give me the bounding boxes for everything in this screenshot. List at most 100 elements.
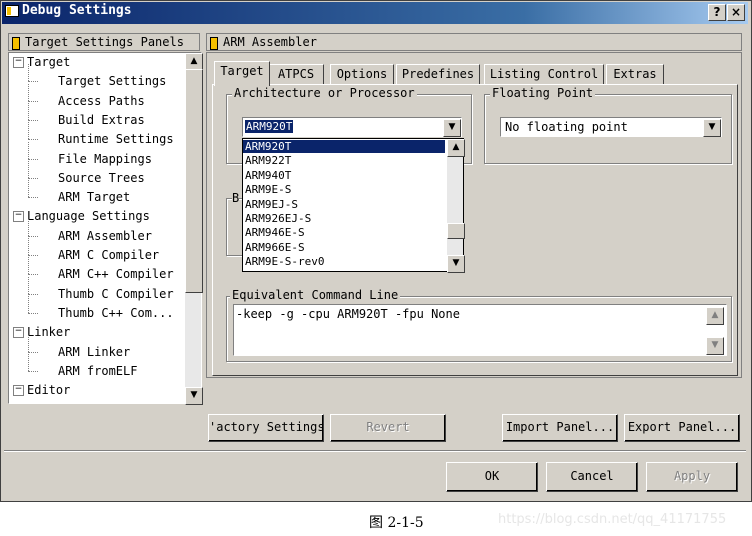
tree-line [28, 122, 29, 140]
tree-item[interactable]: Thumb C++ Com... [58, 306, 174, 320]
scroll-down-icon[interactable]: ▼ [185, 387, 203, 405]
tree-item[interactable]: ARM Linker [58, 345, 130, 359]
arch-option[interactable]: ARM946E-S [243, 226, 445, 239]
tree-collapse-icon[interactable]: − [13, 327, 24, 339]
chevron-down-icon[interactable]: ▼ [443, 119, 461, 137]
tree-line [28, 177, 38, 179]
arch-option[interactable]: ARM926EJ-S [243, 212, 445, 225]
tree-line [28, 274, 38, 276]
tab-atpcs[interactable]: ATPCS [268, 64, 324, 85]
tab-extras[interactable]: Extras [606, 64, 664, 85]
tree-line [28, 81, 38, 83]
tree-collapse-icon[interactable]: − [13, 57, 24, 68]
arch-option[interactable]: ARM9EJ-S [243, 198, 445, 211]
scroll-down-icon[interactable]: ▼ [447, 255, 465, 273]
panels-header: Target Settings Panels [8, 33, 200, 51]
tab-predefines[interactable]: Predefines [396, 64, 480, 85]
tree-line [28, 158, 38, 160]
arch-option[interactable]: ARM940T [243, 169, 445, 182]
factory-settings-button[interactable]: 'actory Settings [208, 414, 324, 442]
tree-line [28, 100, 38, 102]
tree-line [28, 257, 29, 275]
tree-item[interactable]: Editor [27, 383, 70, 397]
tree-line [28, 197, 38, 199]
tree-line [28, 235, 38, 237]
scroll-thumb[interactable] [185, 69, 203, 293]
arch-select[interactable]: ARM920T ▼ [242, 117, 462, 137]
tree-line [28, 351, 38, 353]
tree-line [28, 218, 29, 236]
scroll-thumb[interactable] [447, 223, 465, 239]
panel-header: ARM Assembler [206, 33, 742, 51]
divider [4, 450, 746, 452]
arch-group-label: Architecture or Processor [232, 86, 417, 100]
scroll-up-icon[interactable]: ▲ [447, 139, 465, 157]
revert-button[interactable]: Revert [330, 414, 446, 442]
tree-line [28, 141, 29, 159]
ok-button[interactable]: OK [446, 462, 538, 492]
float-group-label: Floating Point [490, 86, 596, 100]
tree-item[interactable]: Access Paths [58, 94, 145, 108]
tree-item[interactable]: Language Settings [27, 209, 150, 223]
figure-caption: 图 2-1-5 [369, 515, 424, 531]
arch-dropdown-list[interactable]: ARM920T ARM922T ARM940T ARM9E-S ARM9EJ-S ARM9… [242, 138, 465, 273]
tree-item[interactable]: Target [27, 55, 70, 69]
tree-line [28, 293, 38, 295]
tree-item[interactable]: Runtime Settings [58, 132, 174, 146]
tree-item[interactable]: Source Trees [58, 171, 145, 185]
byte-order-group-label: B [232, 191, 240, 205]
cmd-textarea[interactable]: -keep -g -cpu ARM920T -fpu None ▲ ▼ [233, 304, 727, 356]
export-panel-button[interactable]: Export Panel... [624, 414, 740, 442]
chevron-down-icon[interactable]: ▼ [703, 119, 721, 137]
tree-line [28, 160, 29, 178]
tree-item[interactable]: ARM C++ Compiler [58, 267, 174, 281]
tree-item[interactable]: Thumb C Compiler [58, 287, 174, 301]
arch-option[interactable]: ARM922T [243, 154, 445, 167]
scroll-down-icon[interactable]: ▼ [706, 337, 724, 355]
tree-item[interactable]: ARM fromELF [58, 364, 137, 378]
cmd-text: -keep -g -cpu ARM920T -fpu None [236, 307, 460, 321]
tab-options[interactable]: Options [330, 64, 394, 85]
tree-item[interactable]: ARM Target [58, 190, 130, 204]
tab-listing-control[interactable]: Listing Control [484, 64, 604, 85]
tree-item[interactable]: Linker [27, 325, 70, 339]
tree-line [28, 334, 29, 352]
scroll-up-icon[interactable]: ▲ [706, 307, 724, 325]
tree-scrollbar[interactable]: ▲ ▼ [185, 53, 203, 405]
window-title: Debug Settings [22, 3, 132, 18]
tree-line [28, 83, 29, 101]
tree-collapse-icon[interactable]: − [13, 385, 24, 397]
help-button[interactable]: ? [708, 4, 726, 21]
arch-option[interactable]: ARM966E-S [243, 241, 445, 254]
tree-item[interactable]: ARM Assembler [58, 229, 152, 243]
tree-line [28, 119, 38, 121]
panel-header-label: ARM Assembler [223, 35, 317, 49]
tree-item[interactable]: ARM C Compiler [58, 248, 159, 262]
float-select[interactable]: No floating point ▼ [500, 117, 722, 137]
tab-target[interactable]: Target [214, 61, 270, 86]
tree-line [28, 64, 29, 82]
tree-line [28, 102, 29, 120]
watermark: https://blog.csdn.net/qq_41171755 [498, 512, 727, 527]
import-panel-button[interactable]: Import Panel... [502, 414, 618, 442]
cmd-group-label: Equivalent Command Line [230, 288, 401, 302]
tree-item[interactable]: Build Extras [58, 113, 145, 127]
arch-option[interactable]: ARM920T [243, 140, 445, 153]
panels-tree: ▲ ▼ − Target Target Settings Access Paths Bu… [8, 52, 203, 405]
tree-line [28, 276, 29, 294]
cancel-button[interactable]: Cancel [546, 462, 638, 492]
tree-line [28, 353, 29, 371]
close-button[interactable]: × [727, 4, 745, 21]
tree-collapse-icon[interactable]: − [13, 211, 24, 223]
apply-button[interactable]: Apply [646, 462, 738, 492]
tree-item[interactable]: Target Settings [58, 74, 166, 88]
tree-item[interactable]: File Mappings [58, 152, 152, 166]
dropdown-scrollbar[interactable]: ▲ ▼ [447, 139, 465, 273]
tree-line [28, 312, 38, 314]
tree-line [28, 139, 38, 141]
tree-line [28, 255, 38, 256]
float-select-value: No floating point [505, 120, 628, 134]
arch-option[interactable]: ARM9E-S [243, 183, 445, 196]
arch-option[interactable]: ARM9E-S-rev0 [243, 255, 445, 268]
panel-header-icon [210, 37, 218, 50]
